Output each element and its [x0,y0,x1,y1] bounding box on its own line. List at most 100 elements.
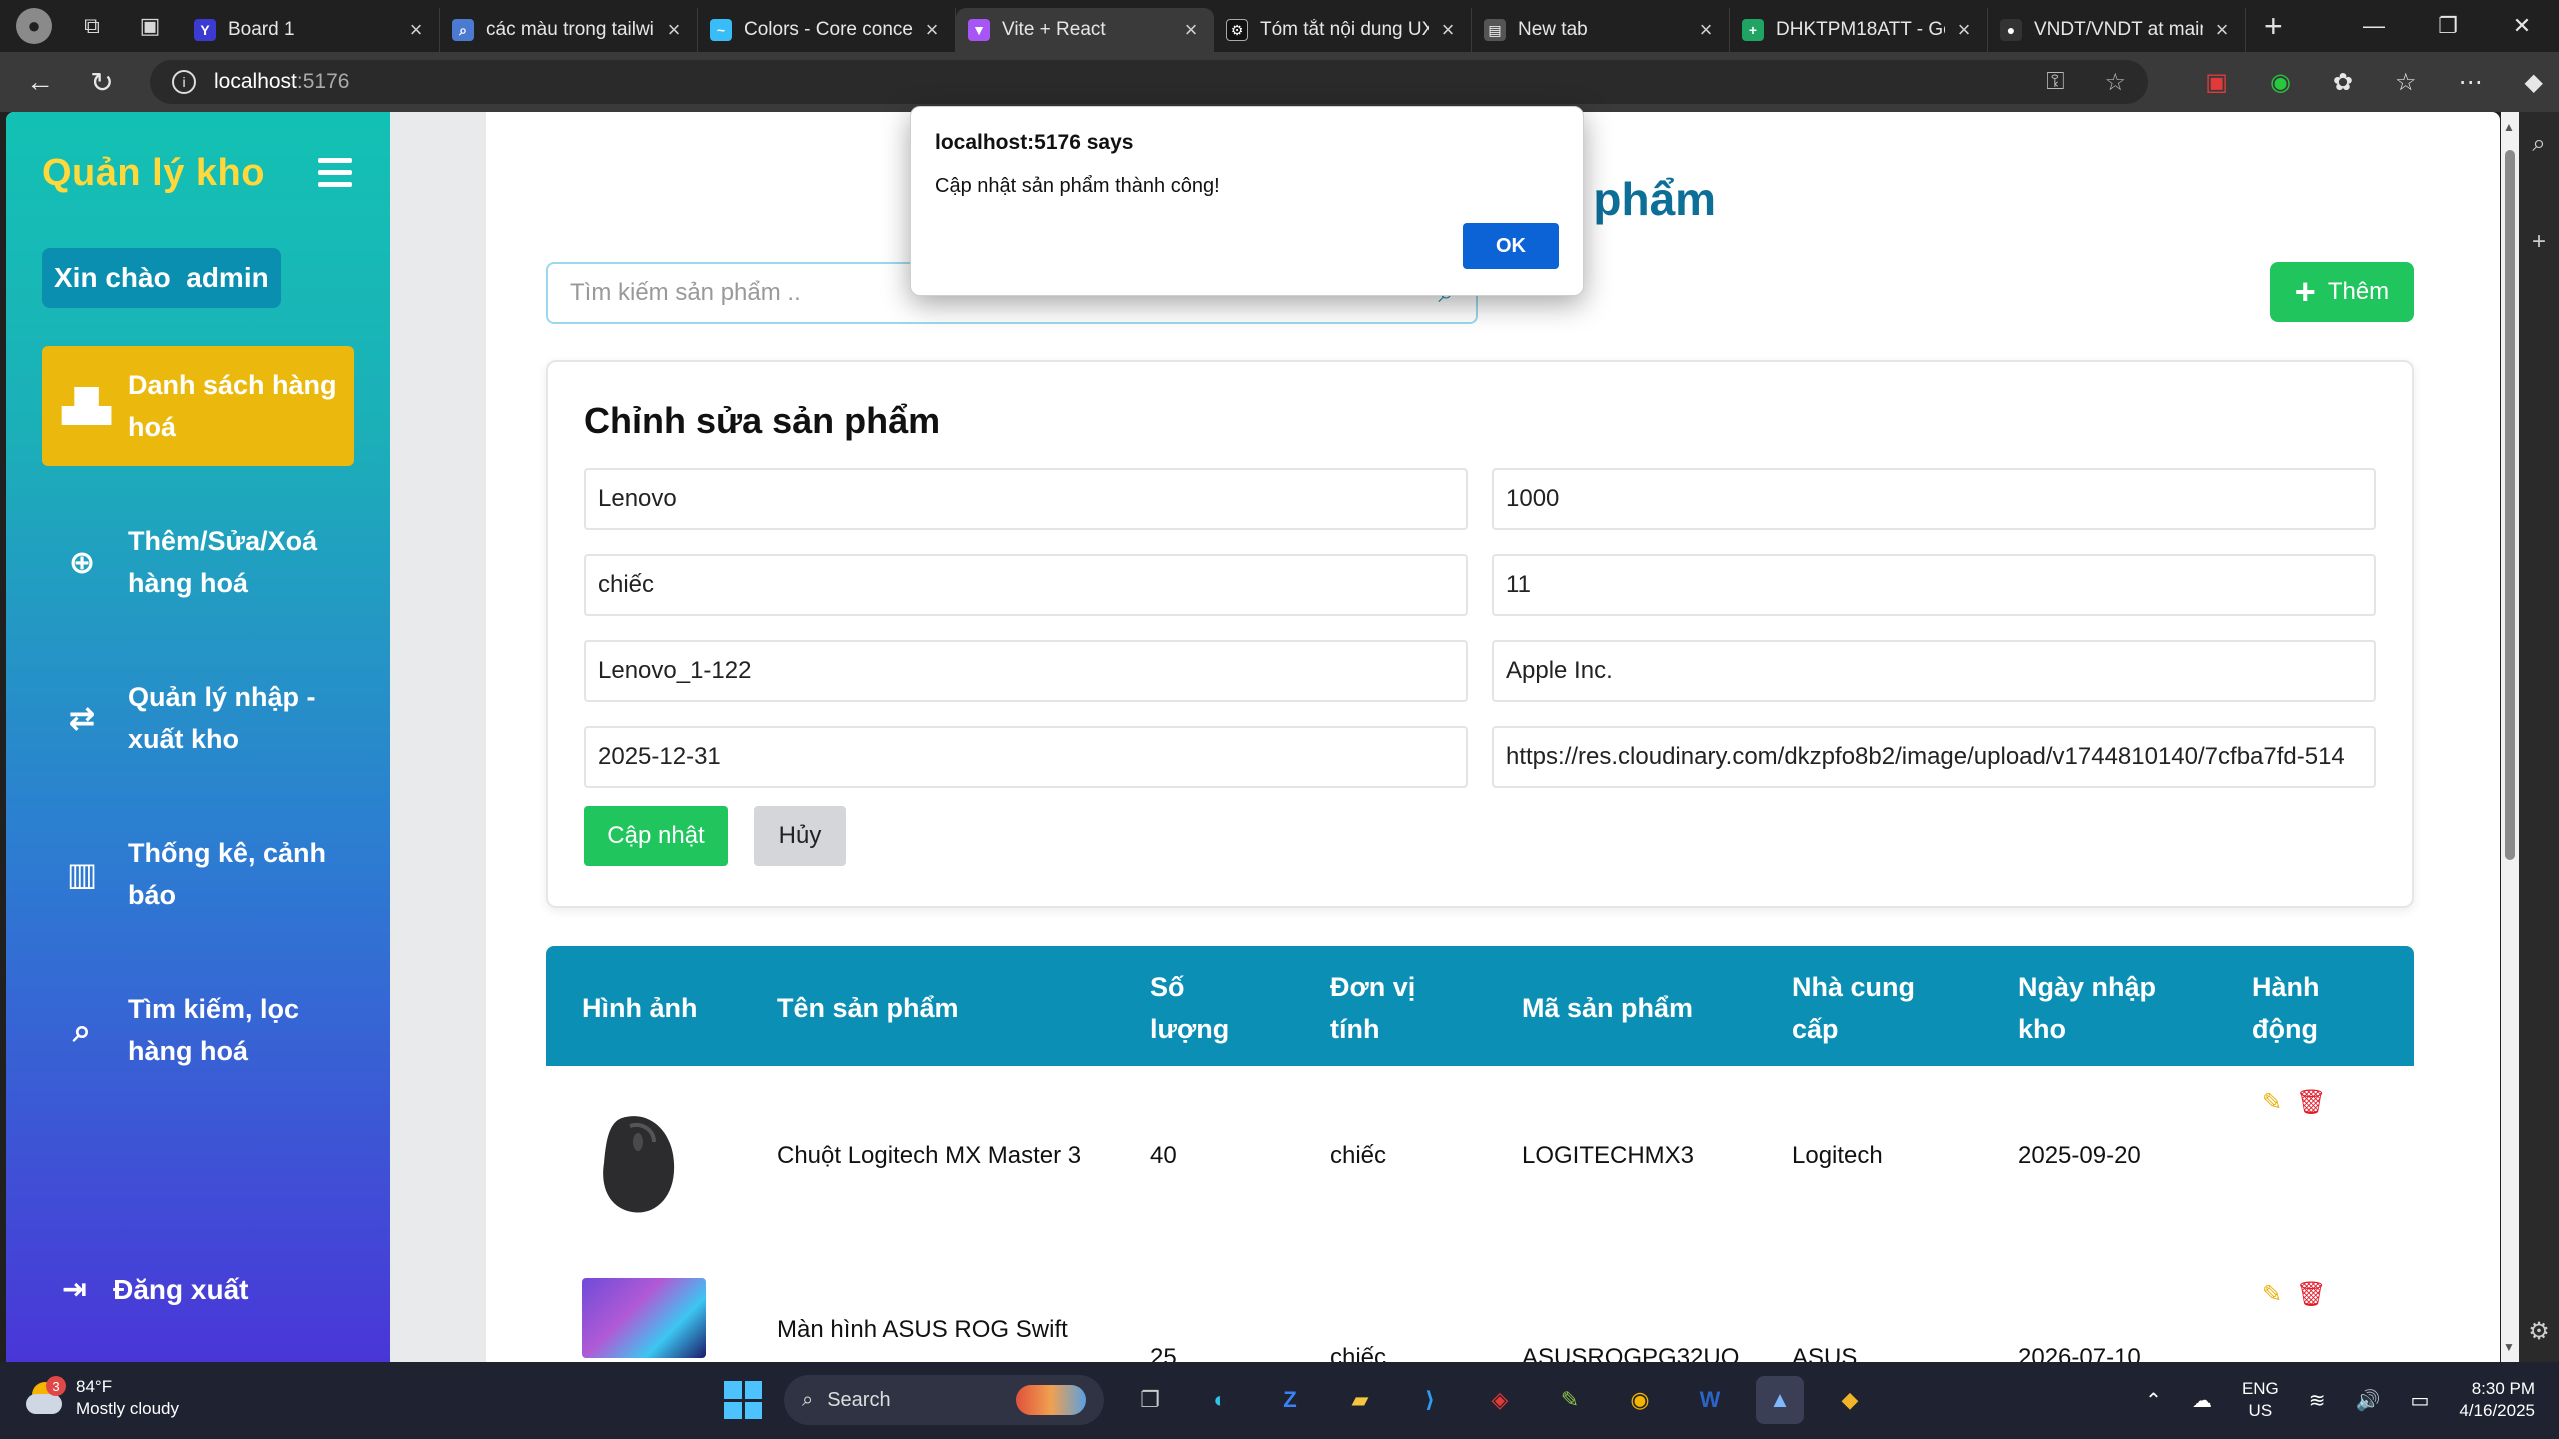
scroll-up-icon[interactable]: ▲ [2503,120,2515,134]
onedrive-icon[interactable]: ☁ [2192,1388,2212,1413]
restore-icon[interactable]: ❐ [2411,0,2485,52]
windows-taskbar: 3 84°F Mostly cloudy ⌕ Search ❐ ◐ Z ▰ ⟩ … [0,1362,2559,1439]
minimize-icon[interactable]: — [2337,0,2411,52]
copilot-icon[interactable]: ◆ [2525,68,2543,97]
update-button[interactable]: Cập nhật [584,806,728,866]
close-tab-icon[interactable]: × [405,17,427,43]
close-tab-icon[interactable]: × [1953,17,1975,43]
product-code-field[interactable]: Lenovo_1-122 [584,640,1468,702]
search-icon[interactable]: ⌕ [2532,130,2545,158]
add-product-button[interactable]: + Thêm [2270,262,2414,322]
dialog-message: Cập nhật sản phẩm thành công! [935,175,1220,197]
close-tab-icon[interactable]: × [1437,17,1459,43]
clock[interactable]: 8:30 PM 4/16/2025 [2459,1378,2535,1422]
settings-icon[interactable]: ⚙ [2528,1317,2550,1346]
new-tab-icon[interactable]: + [2264,8,2283,45]
wifi-icon[interactable]: ≋ [2309,1388,2326,1413]
sidebar-item-edit-products[interactable]: ⊕ Thêm/Sửa/Xoá hàng hoá [42,502,354,622]
edge-browser-icon[interactable]: ◐ [1196,1376,1244,1424]
product-qty: 40 [1150,1142,1177,1169]
volume-icon[interactable]: 🔊 [2356,1388,2381,1413]
word-icon[interactable]: W [1686,1376,1734,1424]
sidebar-item-product-list[interactable]: ▟▙ Danh sách hàng hoá [42,346,354,466]
start-icon[interactable] [724,1381,762,1419]
tab[interactable]: ⚙ Tóm tắt nội dung UX × [1214,8,1472,52]
sidebar-item-search-filter[interactable]: ⌕ Tìm kiếm, lọc hàng hoá [42,970,354,1090]
file-explorer-icon[interactable]: ▰ [1336,1376,1384,1424]
weather-temp: 84°F [76,1377,113,1396]
scroll-down-icon[interactable]: ▼ [2503,1340,2515,1354]
tab-active[interactable]: ▼ Vite + React × [956,8,1214,52]
tab[interactable]: ⌕ các màu trong tailwi × [440,8,698,52]
close-tab-icon[interactable]: × [663,17,685,43]
weather-widget[interactable]: 3 84°F Mostly cloudy [24,1376,179,1420]
task-view-icon[interactable]: ❐ [1126,1376,1174,1424]
product-qty: 25 [1150,1344,1177,1362]
tab-title: các màu trong tailwi [486,19,654,40]
tab[interactable]: ~ Colors - Core concep × [698,8,956,52]
garena-icon[interactable]: ◈ [1476,1376,1524,1424]
site-info-icon[interactable]: i [172,70,196,94]
sidebar-item-label: Thêm/Sửa/Xoá hàng hoá [128,526,318,598]
product-name-field[interactable]: Lenovo [584,468,1468,530]
extensions-toolbar: ▣ ◉ ✿ ☆ ⋯ ◆ [2205,60,2543,104]
exchange-icon: ⇄ [68,700,96,736]
extensions-icon[interactable]: ✿ [2333,68,2353,97]
dialog-ok-button[interactable]: OK [1463,223,1559,269]
chrome-icon[interactable]: ◉ [1616,1376,1664,1424]
battery-icon[interactable]: ▭ [2410,1388,2429,1413]
close-tab-icon[interactable]: × [1695,17,1717,43]
key-icon[interactable]: ⚿ [2046,68,2064,97]
back-icon[interactable]: ← [18,60,62,104]
category-field[interactable]: 11 [1492,554,2376,616]
sourcetree-icon[interactable]: ◆ [1826,1376,1874,1424]
scrollbar-thumb[interactable] [2505,150,2515,860]
import-date-field[interactable]: 2025-12-31 [584,726,1468,788]
app-active-icon[interactable]: ▲ [1756,1376,1804,1424]
close-tab-icon[interactable]: × [2211,17,2233,43]
zalo-icon[interactable]: Z [1266,1376,1314,1424]
extension-green-icon[interactable]: ◉ [2270,68,2291,97]
tab[interactable]: ▤ New tab × [1472,8,1730,52]
taskbar-search-label: Search [827,1388,891,1411]
unit-field[interactable]: chiếc [584,554,1468,616]
sidebar-item-import-export[interactable]: ⇄ Quản lý nhập - xuất kho [42,658,354,778]
close-tab-icon[interactable]: × [921,17,943,43]
address-bar[interactable]: i localhost:5176 ⚿ ☆ [150,60,2148,104]
favorite-star-icon[interactable]: ☆ [2104,68,2126,97]
taskbar-search[interactable]: ⌕ Search [784,1375,1104,1425]
tab-actions-icon[interactable]: ▣ [132,8,168,44]
edge-sidebar: ⌕ + ⚙ [2519,112,2559,1362]
edit-icon[interactable]: ✎ [2262,1280,2282,1309]
logout-button[interactable]: ⇥ Đăng xuất [62,1272,249,1307]
table-header: Hình ảnh Tên sản phẩm Số lượng Đơn vị tí… [546,946,2414,1066]
trash-icon[interactable]: 🗑 [2296,1088,2326,1117]
profile-icon[interactable]: ● [16,8,52,44]
paint-icon[interactable]: ✎ [1546,1376,1594,1424]
extension-red-icon[interactable]: ▣ [2205,68,2228,97]
workspaces-icon[interactable]: ⧉ [74,8,110,44]
quantity-field[interactable]: 1000 [1492,468,2376,530]
tab-favicon-icon: ▤ [1484,19,1506,41]
cancel-button[interactable]: Hủy [754,806,846,866]
page-scrollbar[interactable]: ▲ ▼ [2501,112,2519,1362]
tab[interactable]: + DHKTPM18ATT - Go × [1730,8,1988,52]
add-icon[interactable]: + [2532,228,2546,256]
supplier-field[interactable]: Apple Inc. [1492,640,2376,702]
edit-icon[interactable]: ✎ [2262,1088,2282,1117]
hamburger-menu-icon[interactable] [318,158,352,194]
language-indicator[interactable]: ENG US [2242,1378,2279,1422]
tab[interactable]: Y Board 1 × [182,8,440,52]
chevron-up-icon[interactable]: ⌃ [2145,1388,2162,1413]
favorites-icon[interactable]: ☆ [2395,68,2417,97]
sidebar-item-statistics[interactable]: ▥ Thống kê, cảnh báo [42,814,354,934]
more-menu-icon[interactable]: ⋯ [2459,68,2483,97]
image-url-field[interactable]: https://res.cloudinary.com/dkzpfo8b2/ima… [1492,726,2376,788]
tab[interactable]: ● VNDT/VNDT at main × [1988,8,2246,52]
close-window-icon[interactable]: ✕ [2485,0,2559,52]
trash-icon[interactable]: 🗑 [2296,1280,2326,1309]
page-title-text: phẩm [1593,173,1717,225]
close-tab-icon[interactable]: × [1180,17,1202,43]
vscode-icon[interactable]: ⟩ [1406,1376,1454,1424]
refresh-icon[interactable]: ↻ [80,60,124,104]
